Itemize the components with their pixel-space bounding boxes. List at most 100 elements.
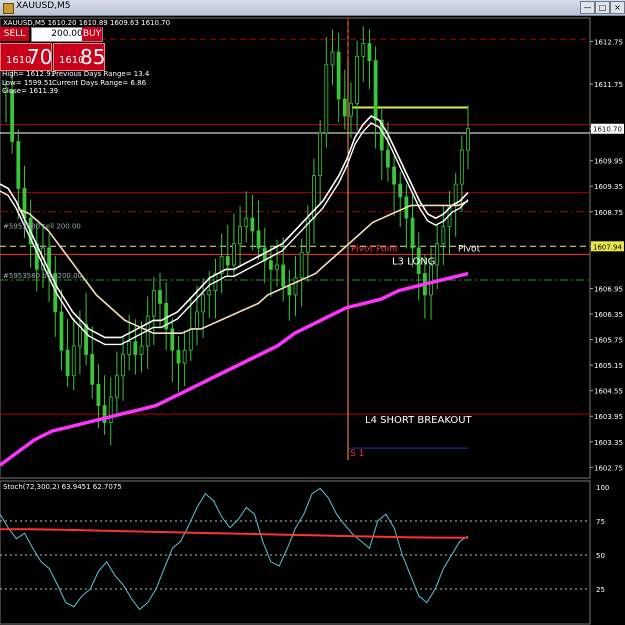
candle-body <box>373 60 378 121</box>
candle-body <box>268 260 273 270</box>
candle-body <box>188 328 193 351</box>
candle-body <box>182 349 187 364</box>
candle-body <box>207 290 212 296</box>
price-axis: 1612.75 1611.75 1610.70 1609.95 1609.35 1608.… <box>590 38 624 594</box>
chart-annotation-label: #5953580 buy 200.00 <box>3 272 82 280</box>
candle-body <box>244 217 249 228</box>
candle-body <box>256 230 261 249</box>
stoch-axis-label: 50 <box>596 552 605 560</box>
day-close: Close= 1611.39 <box>2 87 59 95</box>
stoch-title: Stoch(72,300,2) 63.9451 62.7075 <box>3 483 122 491</box>
candle-body <box>355 55 360 104</box>
window-titlebar: XAUUSD,M5 — □ × <box>0 0 625 16</box>
candle-body <box>250 217 255 232</box>
current-price-tag-label: 1610.70 <box>593 126 622 134</box>
price-axis-label: 1609.35 <box>594 183 623 191</box>
price-axis-label: 1603.95 <box>594 413 623 421</box>
day-low: Low= 1599.51 <box>2 78 53 87</box>
candle-body <box>65 349 70 377</box>
candle-body <box>90 354 95 385</box>
candle-body <box>201 294 206 313</box>
candle-body <box>293 277 298 296</box>
candle-body <box>367 43 372 61</box>
price-axis-label: 1606.35 <box>594 311 623 319</box>
candle-body <box>139 345 144 355</box>
candle-body <box>114 375 119 398</box>
chart-annotation-label: Pivot Point <box>351 244 399 254</box>
candle-body <box>84 324 88 355</box>
buy-button[interactable]: BUY <box>82 27 102 41</box>
candle-body <box>299 251 304 279</box>
candle-body <box>330 51 335 66</box>
minimize-button[interactable]: — <box>580 1 595 14</box>
candle-body <box>238 226 242 245</box>
candle-body <box>127 341 132 355</box>
candle-body <box>324 64 329 134</box>
candle-body <box>176 349 181 364</box>
ask-price-pips: 85 <box>80 45 106 69</box>
stochastic-panel: Stoch(72,300,2) 63.9451 62.7075 <box>0 480 591 625</box>
candle-body <box>349 102 353 117</box>
sell-price-box[interactable]: 1610 70 <box>0 43 52 71</box>
candle-body <box>441 226 446 245</box>
main-panel-frame <box>0 17 591 479</box>
candle-body <box>10 90 15 142</box>
price-axis-label: 1612.75 <box>594 38 623 46</box>
price-axis-label: 1606.95 <box>594 285 623 293</box>
price-axis-label: 1608.75 <box>594 209 623 217</box>
daily-stats-right: Previous Days Range= 13.4 Current Days R… <box>52 70 149 87</box>
previous-days-range: Previous Days Range= 13.4 <box>52 70 150 78</box>
candle-body <box>170 328 175 351</box>
one-click-trading-panel: SELL 200.00 BUY 1610 70 1610 85 <box>0 27 105 71</box>
candle-body <box>232 243 236 266</box>
candle-body <box>158 290 162 304</box>
maximize-button[interactable]: □ <box>595 1 610 14</box>
candle-body <box>429 264 433 296</box>
stoch-panel-frame <box>0 480 591 625</box>
chart-annotation-label: S 1 <box>350 449 364 459</box>
close-button[interactable]: × <box>610 1 625 14</box>
chart-window-icon <box>3 3 14 14</box>
candle-body <box>386 149 390 168</box>
candle-body <box>466 128 470 151</box>
candle-body <box>22 187 27 219</box>
candle-body <box>398 183 403 198</box>
chart-annotation-label: L3 LONG <box>392 256 435 267</box>
candle-body <box>392 166 396 185</box>
candle-body <box>133 341 138 355</box>
candle-body <box>287 285 292 296</box>
candle-body <box>361 43 366 57</box>
candle-body <box>16 141 21 189</box>
price-axis-label: 1609.95 <box>594 158 623 166</box>
chart-annotation-label: #5953580 sell 200.00 <box>3 223 81 231</box>
candle-body <box>151 290 156 317</box>
day-high: High= 1612.91 <box>2 70 56 78</box>
current-days-range: Current Days Range= 6.86 <box>52 78 147 87</box>
price-axis-label: 1611.75 <box>594 81 623 89</box>
daily-stats-left: High= 1612.91 Low= 1599.51 Close= 1611.3… <box>2 70 58 96</box>
price-axis-label: 1605.15 <box>594 362 623 370</box>
candle-body <box>336 51 341 100</box>
price-axis-label: 1605.75 <box>594 337 623 345</box>
bid-price-pips: 70 <box>27 45 53 69</box>
window-title: XAUUSD,M5 <box>16 1 71 11</box>
candle-body <box>59 311 64 351</box>
candle-body <box>121 354 125 377</box>
main-price-panel <box>0 17 591 479</box>
chart-header-readout: XAUUSD,M5 1610.20 1610.89 1609.63 1610.7… <box>3 19 170 27</box>
candle-body <box>225 256 230 266</box>
candle-body <box>410 217 415 249</box>
chart-annotation-label: L4 SHORT BREAKOUT <box>365 415 473 426</box>
buy-price-box[interactable]: 1610 85 <box>53 43 105 71</box>
price-axis-label: 1604.55 <box>594 388 623 396</box>
sell-button[interactable]: SELL <box>0 27 29 41</box>
candle-body <box>108 396 113 424</box>
current-price-tag-label: 1607.94 <box>593 243 622 251</box>
candle-body <box>71 345 76 377</box>
candle-body <box>459 149 464 185</box>
price-chart[interactable]: Stoch(72,300,2) 63.9451 62.7075 1612.751… <box>0 15 625 625</box>
candle-body <box>435 243 440 266</box>
candle-body <box>342 98 347 117</box>
candle-body <box>195 311 199 330</box>
price-axis-label: 1603.35 <box>594 439 623 447</box>
